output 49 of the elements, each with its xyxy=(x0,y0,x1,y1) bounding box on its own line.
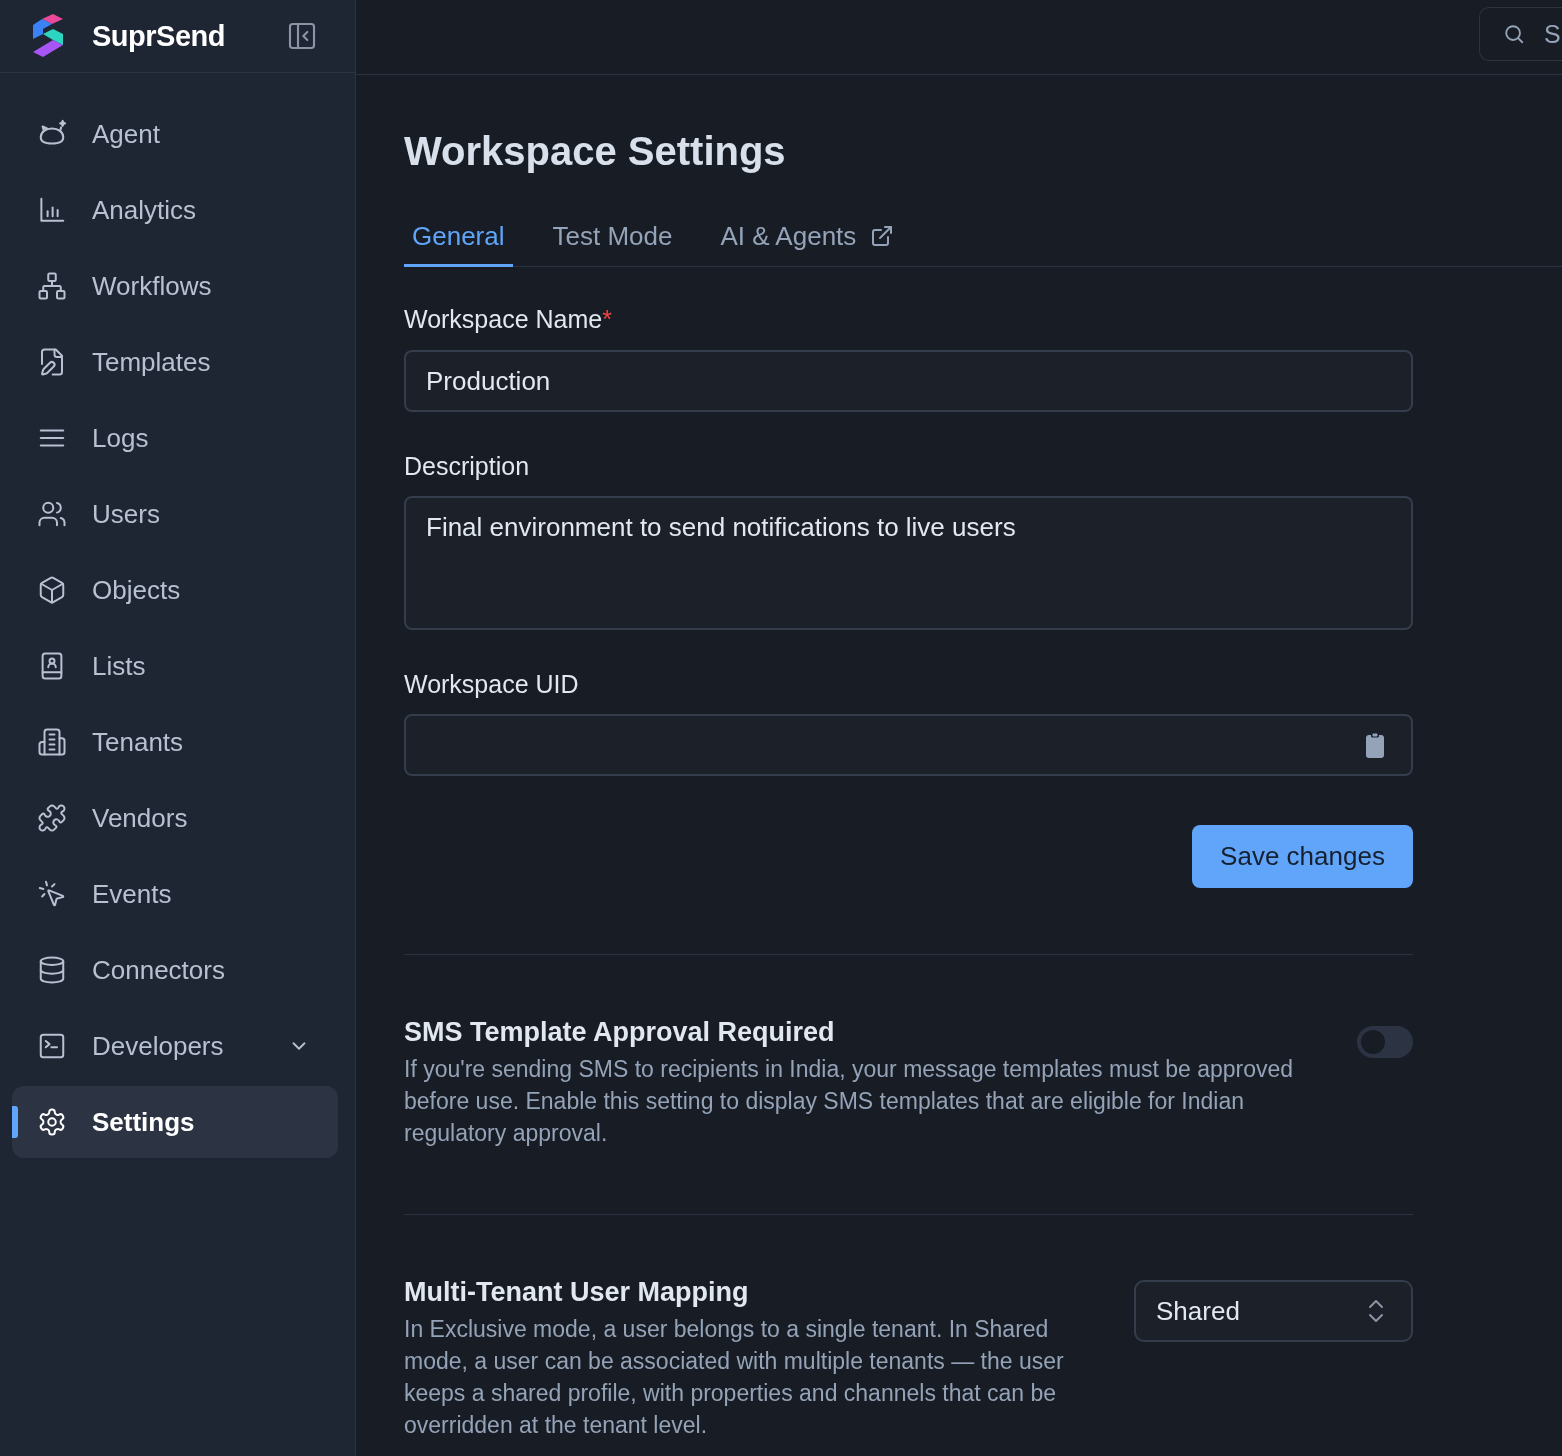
setting-title: Multi-Tenant User Mapping xyxy=(404,1276,750,1309)
search-field[interactable]: S xyxy=(1479,7,1562,61)
sidebar-item[interactable]: Tenants xyxy=(12,706,338,778)
sidebar-item[interactable]: Agent xyxy=(12,98,338,170)
toggle-switch[interactable] xyxy=(1357,1026,1413,1058)
bar-chart-icon xyxy=(37,195,67,225)
search-icon xyxy=(1503,23,1525,45)
field-label: Workspace Name xyxy=(404,304,603,335)
setting-title: SMS Template Approval Required xyxy=(404,1016,836,1049)
page-title: Workspace Settings xyxy=(404,128,787,175)
chevron-up-down-icon xyxy=(1367,1298,1385,1324)
logo-icon xyxy=(32,14,64,58)
tab[interactable]: Test Mode xyxy=(544,212,681,267)
hierarchy-icon xyxy=(37,271,67,301)
sidebar-item[interactable]: Settings xyxy=(12,1086,338,1158)
pointer-click-icon xyxy=(37,879,67,909)
puzzle-icon xyxy=(37,803,67,833)
building-icon xyxy=(37,727,67,757)
clipboard-icon[interactable] xyxy=(1365,732,1385,758)
sidebar-item[interactable]: Vendors xyxy=(12,782,338,854)
select-field[interactable]: Shared xyxy=(1134,1280,1413,1342)
text-input[interactable]: Production xyxy=(404,350,1413,412)
sidebar-item[interactable]: Developers xyxy=(12,1010,338,1082)
uid-field[interactable] xyxy=(404,714,1413,776)
required-mark: * xyxy=(602,304,612,335)
brand-name: SuprSend xyxy=(92,19,225,53)
field-label: Workspace UID xyxy=(404,669,579,700)
sidebar-item[interactable]: Templates xyxy=(12,326,338,398)
save-button[interactable]: Save changes xyxy=(1192,825,1413,888)
setting-description: In Exclusive mode, a user belongs to a single tenant. In Shared mode, a user can be associated with multiple tenants — the user keeps a shared profile, with properties and channels that can be overridden at the tenant level. xyxy=(404,1315,1065,1440)
settings-icon xyxy=(37,1107,67,1137)
setting-description: If you're sending SMS to recipients in India, your message templates must be approved before use. Enable this setting to display SMS templates that are eligible for Indian regulatory approval. xyxy=(404,1055,1295,1148)
sidebar-item[interactable]: Workflows xyxy=(12,250,338,322)
sidebar-collapse-icon[interactable] xyxy=(286,20,318,52)
sidebar-item[interactable]: Lists xyxy=(12,630,338,702)
tab[interactable]: AI & Agents xyxy=(712,212,903,267)
terminal-icon xyxy=(37,1031,67,1061)
sidebar-item[interactable]: Events xyxy=(12,858,338,930)
database-icon xyxy=(37,955,67,985)
sidebar-item[interactable]: Analytics xyxy=(12,174,338,246)
sidebar-item[interactable]: Connectors xyxy=(12,934,338,1006)
cube-icon xyxy=(37,575,67,605)
sidebar-item[interactable]: Users xyxy=(12,478,338,550)
users-icon xyxy=(37,499,67,529)
tab[interactable]: General xyxy=(404,212,513,267)
sidebar-item[interactable]: Logs xyxy=(12,402,338,474)
sidebar-item[interactable]: Objects xyxy=(12,554,338,626)
textarea-field[interactable]: Final environment to send notifications to live users xyxy=(404,496,1413,630)
field-label: Description xyxy=(404,451,530,482)
